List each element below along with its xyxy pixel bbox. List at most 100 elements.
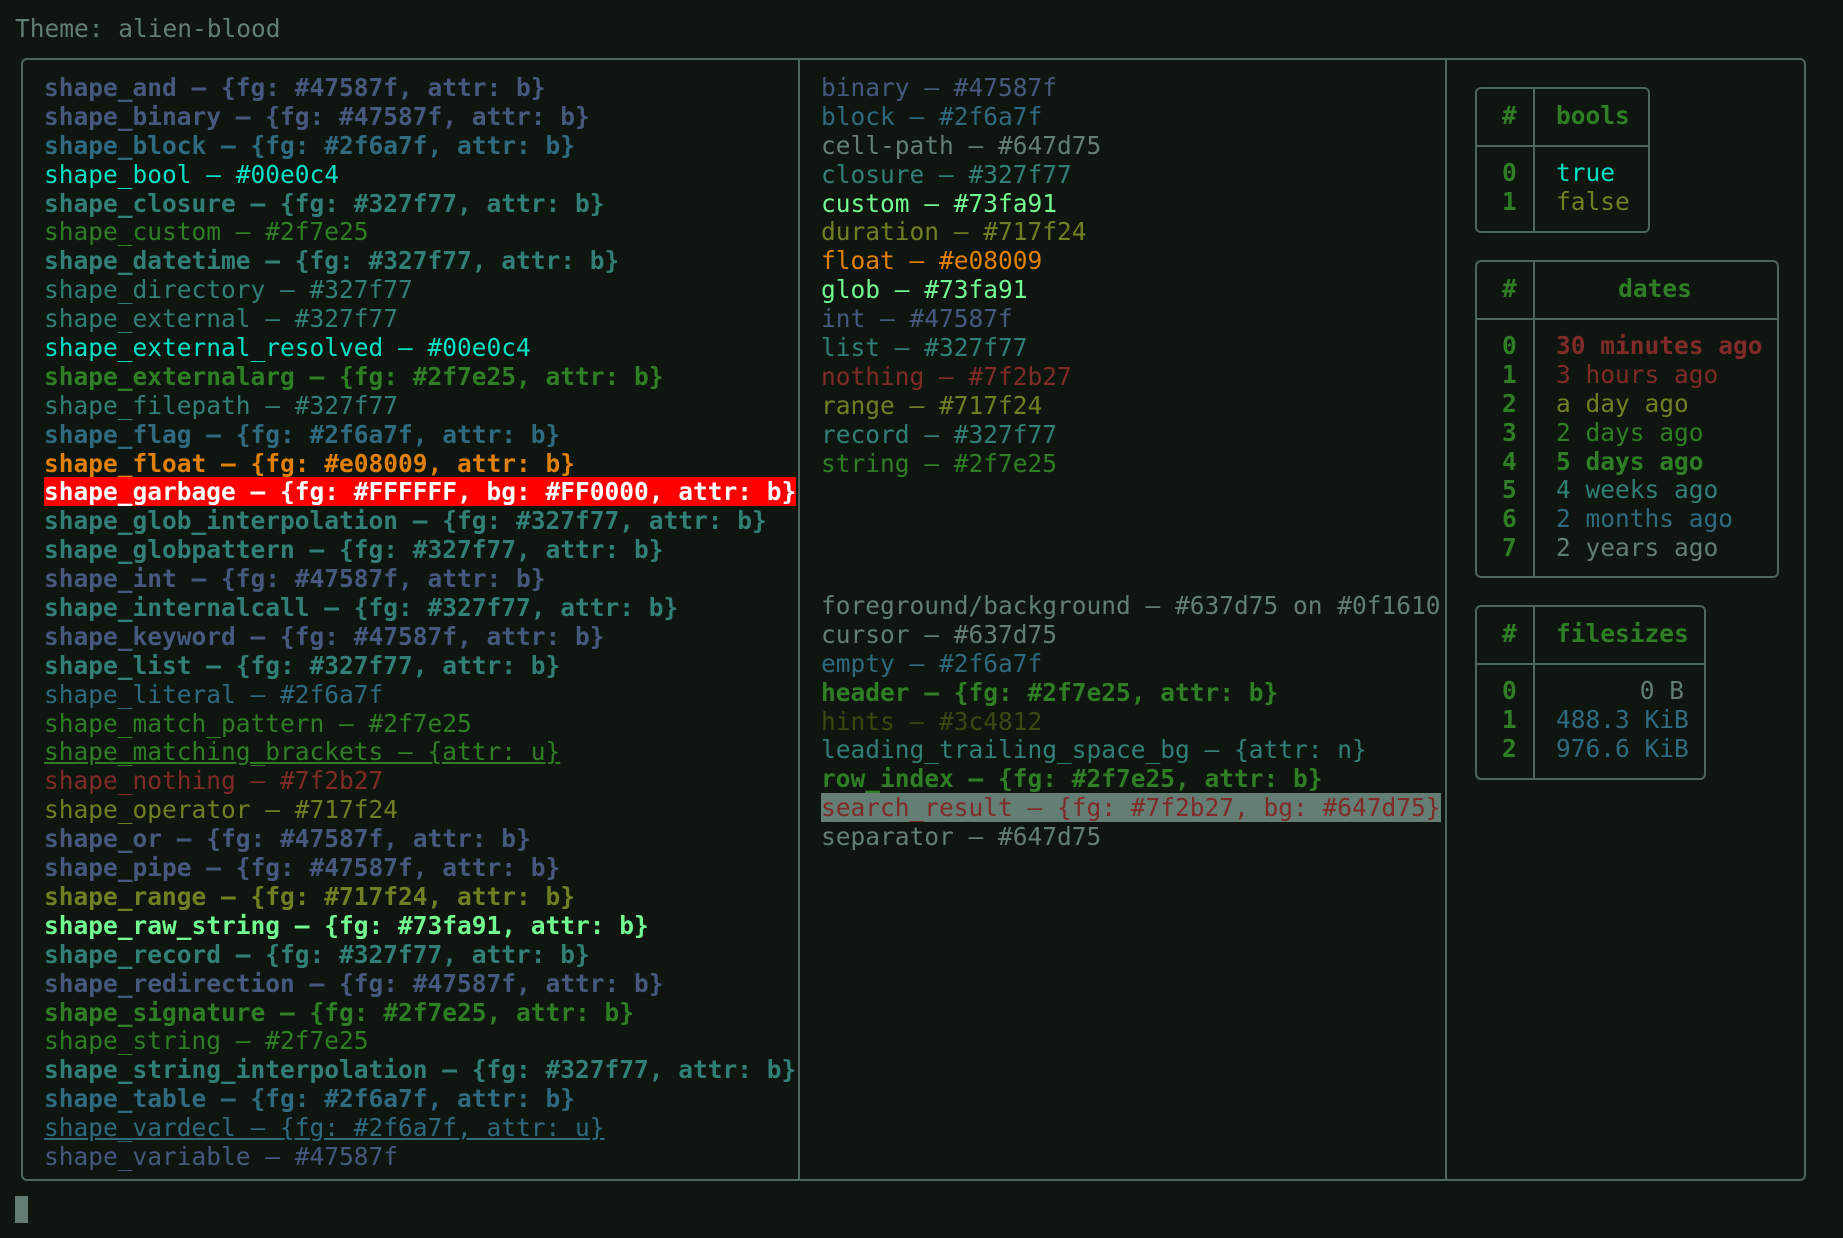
table-row: 2 a day ago: [1477, 388, 1777, 419]
dates-value: a day ago: [1556, 388, 1689, 418]
type-style-line: float – #e08009: [821, 246, 1043, 276]
shape-style-line: shape_external – #327f77: [44, 304, 399, 334]
shape-style-line: shape_or – {fg: #47587f, attr: b}: [44, 824, 531, 854]
type-style-line: closure – #327f77: [821, 159, 1072, 189]
shape-style-line: shape_range – {fg: #717f24, attr: b}: [44, 881, 576, 911]
filesizes-rows: 0 0 B 1 488.3 KiB 2 976.6 KiB: [1477, 676, 1704, 764]
shape-style-line: shape_keyword – {fg: #47587f, attr: b}: [44, 621, 605, 651]
ui-style-line: leading_trailing_space_bg – {attr: n}: [821, 735, 1367, 765]
table-row: 0 0 B: [1477, 676, 1704, 706]
shape-style-line: shape_block – {fg: #2f6a7f, attr: b}: [44, 130, 576, 160]
shape-style-line: shape_vardecl – {fg: #2f6a7f, attr: u}: [44, 1113, 605, 1143]
table-row: 1 3 hours ago: [1477, 360, 1777, 390]
table-row: 0 30 minutes ago: [1477, 331, 1777, 361]
shape-style-line: shape_globpattern – {fg: #327f77, attr: …: [44, 535, 664, 565]
row-index: 2: [1502, 733, 1517, 763]
type-style-line: cell-path – #647d75: [821, 130, 1102, 160]
shape-style-line: shape_variable – #47587f: [44, 1141, 399, 1171]
bools-rows: 0 true 1 false: [1477, 158, 1648, 217]
shape-style-line: shape_float – {fg: #e08009, attr: b}: [44, 448, 576, 478]
bools-value: true: [1556, 158, 1616, 187]
shape-style-line: shape_and – {fg: #47587f, attr: b}: [44, 73, 546, 102]
ui-style-line: hints – #3c4812: [821, 706, 1043, 736]
shape-style-line: shape_datetime – {fg: #327f77, attr: b}: [44, 246, 620, 276]
table-row: 3 2 days ago: [1477, 417, 1777, 448]
header-separator: [1477, 663, 1704, 665]
type-style-line: custom – #73fa91: [821, 188, 1058, 218]
shape-style-line: shape_raw_string – {fg: #73fa91, attr: b…: [44, 910, 649, 940]
row-index: 7: [1502, 533, 1517, 563]
row-index: 1: [1502, 186, 1517, 216]
type-style-line: string – #2f7e25: [821, 448, 1058, 478]
shape-style-line: shape_externalarg – {fg: #2f7e25, attr: …: [44, 361, 664, 391]
dates-value: 2 years ago: [1556, 533, 1719, 563]
filesizes-table: # filesizes 0 0 B 1 488.3 KiB 2 976.6 KiB: [1475, 605, 1706, 780]
terminal-cursor: [15, 1196, 28, 1223]
filesizes-header: filesizes: [1556, 619, 1689, 648]
shape-style-line: shape_glob_interpolation – {fg: #327f77,…: [44, 506, 767, 536]
type-style-line: range – #717f24: [821, 390, 1043, 420]
dates-value: 5 days ago: [1556, 446, 1704, 476]
type-style-line: nothing – #7f2b27: [821, 361, 1072, 391]
shape-style-line: shape_string_interpolation – {fg: #327f7…: [44, 1055, 797, 1085]
type-style-line: block – #2f6a7f: [821, 101, 1043, 131]
shape-style-line: shape_redirection – {fg: #47587f, attr: …: [44, 968, 664, 998]
filesizes-value: 976.6 KiB: [1556, 733, 1689, 763]
ui-style-line: header – {fg: #2f7e25, attr: b}: [821, 677, 1279, 707]
row-index: 4: [1502, 446, 1517, 476]
row-index: 3: [1502, 417, 1517, 447]
dates-value: 2 days ago: [1556, 417, 1704, 447]
filesizes-value: 488.3 KiB: [1556, 704, 1689, 734]
dates-rows: 0 30 minutes ago 1 3 hours ago 2 a day ago 3 2 …: [1477, 331, 1777, 563]
ui-style-line: search_result – {fg: #7f2b27, bg: #647d7…: [821, 793, 1441, 823]
ui-style-line: row_index – {fg: #2f7e25, attr: b}: [821, 764, 1323, 794]
type-styles-column: binary – #47587f block – #2f6a7f cell-path…: [821, 73, 1102, 478]
table-row: 6 2 months ago: [1477, 504, 1777, 534]
theme-title: Theme: alien-blood: [15, 14, 281, 43]
row-index: 2: [1502, 388, 1517, 418]
shape-style-line: shape_garbage – {fg: #FFFFFF, bg: #FF000…: [44, 477, 797, 507]
shape-style-line: shape_literal – #2f6a7f: [44, 679, 384, 709]
index-header: #: [1502, 101, 1517, 130]
shape-style-line: shape_custom – #2f7e25: [44, 217, 369, 247]
table-row: 7 2 years ago: [1477, 533, 1777, 563]
index-header: #: [1502, 274, 1517, 303]
type-style-line: int – #47587f: [821, 304, 1013, 334]
type-style-line: binary – #47587f: [821, 73, 1058, 102]
column-divider-2: [1445, 59, 1447, 1180]
table-row: 4 5 days ago: [1477, 446, 1777, 477]
type-style-line: record – #327f77: [821, 419, 1058, 449]
shape-style-line: shape_record – {fg: #327f77, attr: b}: [44, 939, 590, 969]
bools-table: # bools 0 true 1 false: [1475, 87, 1650, 233]
shape-style-line: shape_closure – {fg: #327f77, attr: b}: [44, 188, 605, 218]
shape-style-line: shape_bool – #00e0c4: [44, 159, 340, 189]
filesizes-value: 0 B: [1639, 676, 1684, 705]
row-index: 0: [1502, 676, 1517, 705]
shape-style-line: shape_table – {fg: #2f6a7f, attr: b}: [44, 1084, 576, 1114]
shape-style-line: shape_filepath – #327f77: [44, 390, 399, 420]
dates-header: dates: [1618, 274, 1692, 303]
shape-style-line: shape_matching_brackets – {attr: u}: [44, 737, 561, 767]
shape-style-line: shape_string – #2f7e25: [44, 1026, 369, 1056]
dates-table: # dates 0 30 minutes ago 1 3 hours ago 2 a da…: [1475, 260, 1779, 578]
shape-style-line: shape_flag – {fg: #2f6a7f, attr: b}: [44, 419, 561, 449]
ui-style-line: foreground/background – #637d75 on #0f16…: [821, 591, 1441, 620]
ui-style-line: cursor – #637d75: [821, 619, 1058, 649]
shape-style-line: shape_operator – #717f24: [44, 795, 399, 825]
shape-style-line: shape_external_resolved – #00e0c4: [44, 333, 531, 363]
shape-style-line: shape_int – {fg: #47587f, attr: b}: [44, 564, 546, 594]
dates-value: 30 minutes ago: [1556, 331, 1763, 360]
table-row: 0 true: [1477, 158, 1648, 188]
shape-styles-column: shape_and – {fg: #47587f, attr: b} shape_…: [44, 73, 797, 1172]
shape-style-line: shape_pipe – {fg: #47587f, attr: b}: [44, 853, 561, 883]
table-row: 5 4 weeks ago: [1477, 476, 1777, 505]
shape-style-line: shape_directory – #327f77: [44, 275, 413, 305]
dates-value: 4 weeks ago: [1556, 475, 1719, 505]
shape-style-line: shape_signature – {fg: #2f7e25, attr: b}: [44, 997, 635, 1027]
row-index: 6: [1502, 504, 1517, 534]
table-row: 1 false: [1477, 186, 1648, 217]
ui-style-line: separator – #647d75: [821, 822, 1102, 852]
type-style-line: list – #327f77: [821, 333, 1028, 363]
shape-style-line: shape_match_pattern – #2f7e25: [44, 708, 472, 738]
shape-style-line: shape_binary – {fg: #47587f, attr: b}: [44, 101, 590, 131]
